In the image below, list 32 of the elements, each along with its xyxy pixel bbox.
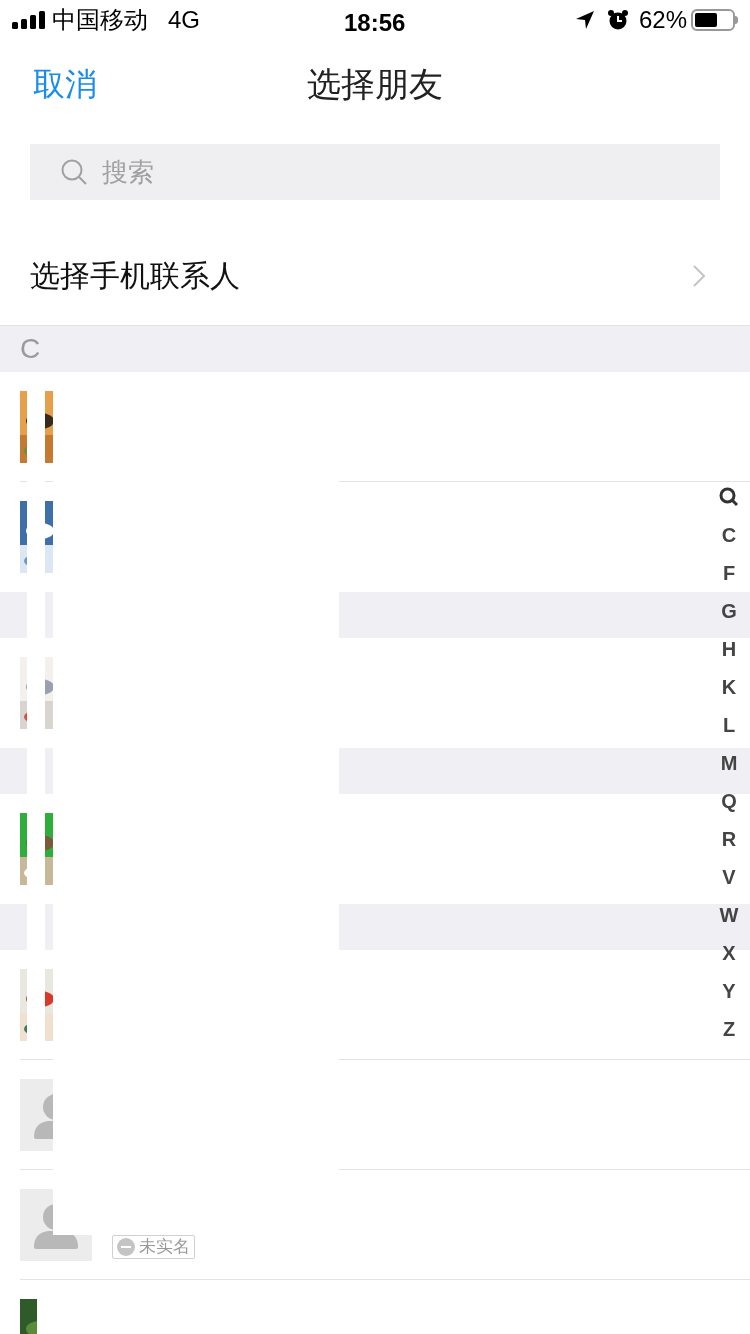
index-letter[interactable]: W <box>719 900 739 930</box>
index-letter[interactable]: F <box>722 558 736 588</box>
location-icon <box>574 10 595 30</box>
clock-time: 18:56 <box>344 8 406 38</box>
row-label: 选择手机联系人 <box>30 258 241 294</box>
chevron-icon <box>692 263 706 288</box>
index-letter[interactable]: V <box>722 862 736 892</box>
index-letter[interactable]: Y <box>722 976 736 1006</box>
index-letter[interactable]: X <box>722 938 736 968</box>
alarm-icon <box>606 9 629 31</box>
page-title: 选择朋友 <box>307 64 443 103</box>
index-letter[interactable]: R <box>721 824 737 854</box>
signal-icon <box>12 11 46 29</box>
unverified-tag: 未实名 <box>112 1235 195 1259</box>
index-letter[interactable]: H <box>721 634 737 664</box>
index-letter[interactable]: L <box>722 710 736 740</box>
network-type: 4G <box>168 5 200 35</box>
index-letter[interactable]: G <box>721 596 737 626</box>
search-field[interactable]: 搜索 <box>30 144 720 200</box>
cancel-button[interactable]: 取消 <box>33 60 97 108</box>
index-letter[interactable]: K <box>721 672 737 702</box>
index-letter[interactable]: C <box>721 520 737 550</box>
battery-percent: 62% <box>638 5 687 35</box>
index-letter[interactable]: M <box>720 748 738 778</box>
section-letter: C <box>20 332 41 366</box>
battery-icon <box>691 9 738 31</box>
index-letter[interactable]: Q <box>721 786 737 816</box>
carrier-name: 中国移动 <box>52 5 148 35</box>
search-icon <box>60 158 88 186</box>
search-icon[interactable] <box>719 487 739 507</box>
minus-circle-icon <box>117 1238 135 1256</box>
index-letter[interactable]: Z <box>722 1014 736 1044</box>
